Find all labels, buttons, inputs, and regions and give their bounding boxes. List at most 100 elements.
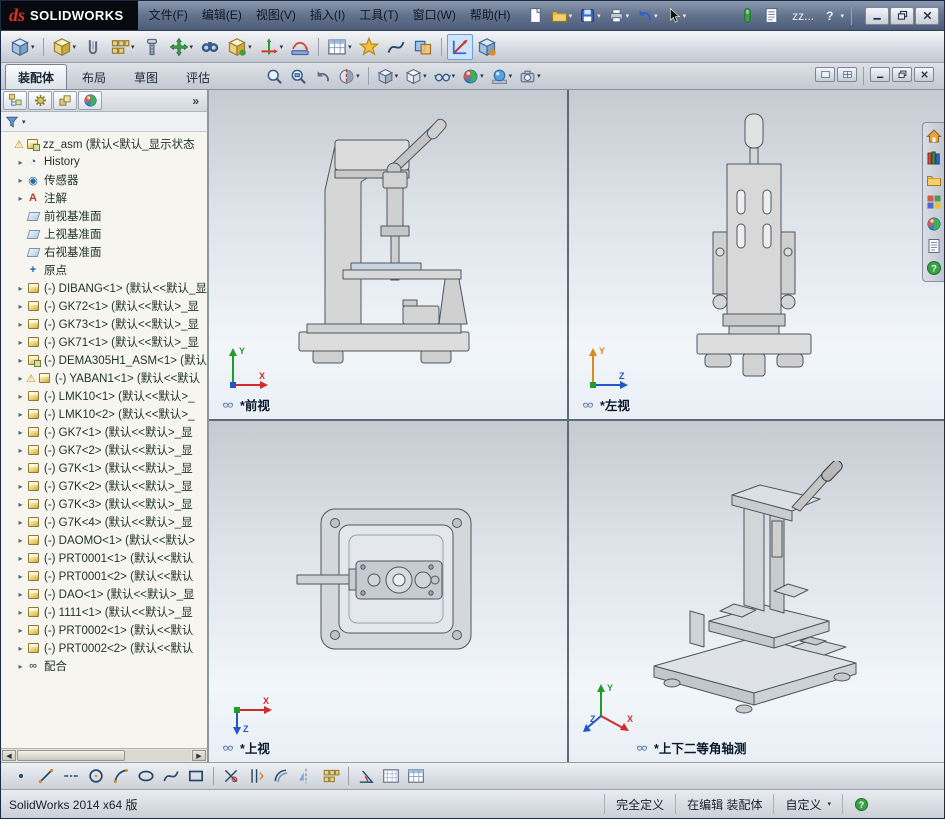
undo-button[interactable]: ▾	[633, 4, 661, 27]
viewport-isometric[interactable]: Y X Z *上下二等角轴测	[569, 421, 944, 762]
expand-arrow-icon[interactable]: ▸	[15, 284, 26, 293]
tree-item[interactable]: + 原点	[3, 261, 207, 279]
expand-arrow-icon[interactable]: ▸	[15, 626, 26, 635]
centerline-button[interactable]	[59, 764, 83, 788]
restore-button[interactable]	[890, 6, 914, 25]
tree-item[interactable]: ▸ (-) G7K<2> (默认<<默认>_显	[3, 477, 207, 495]
quick-snaps-button[interactable]	[404, 764, 428, 788]
large-assembly-mode-button[interactable]	[474, 34, 500, 60]
assembly-features-button[interactable]: ▾	[224, 34, 255, 60]
print-button[interactable]: ▾	[605, 4, 633, 27]
new-document-button[interactable]	[524, 4, 547, 27]
expand-arrow-icon[interactable]: ▸	[15, 500, 26, 509]
top-view-model[interactable]	[271, 499, 491, 679]
tree-item[interactable]: ▸ (-) DEMA305H1_ASM<1> (默认	[3, 351, 207, 369]
expand-arrow-icon[interactable]: ▸	[15, 428, 26, 437]
spline-button[interactable]	[159, 764, 183, 788]
open-button[interactable]: ▾	[548, 4, 576, 27]
zoom-to-fit-button[interactable]	[263, 65, 286, 88]
tree-item[interactable]: ▸ (-) G7K<1> (默认<<默认>_显	[3, 459, 207, 477]
edit-appearance-button[interactable]: ▾	[459, 65, 487, 88]
menu-item[interactable]: 帮助(H)	[463, 1, 518, 30]
mirror-entities-button[interactable]	[294, 764, 318, 788]
offset-entities-button[interactable]	[269, 764, 293, 788]
grid-snap-button[interactable]	[379, 764, 403, 788]
menu-item[interactable]: 插入(I)	[303, 1, 352, 30]
save-button[interactable]: ▾	[576, 4, 604, 27]
minimize-button[interactable]	[865, 6, 889, 25]
zoom-to-area-button[interactable]	[287, 65, 310, 88]
left-view-model[interactable]	[669, 112, 839, 382]
tree-item[interactable]: ▸ (-) PRT0001<2> (默认<<默认	[3, 567, 207, 585]
tree-item[interactable]: ▸ ⚠ (-) YABAN1<1> (默认<<默认	[3, 369, 207, 387]
tab-sketch[interactable]: 草图	[121, 64, 171, 89]
configurationmanager-tab-button[interactable]	[53, 91, 77, 110]
expand-arrow-icon[interactable]: ▸	[15, 446, 26, 455]
smart-fasteners-button[interactable]	[139, 34, 165, 60]
solidworks-resources-button[interactable]	[925, 127, 943, 145]
doc-restore-button[interactable]	[892, 67, 912, 82]
move-component-button[interactable]: ▾	[166, 34, 197, 60]
edit-component-button[interactable]: ▾	[7, 34, 38, 60]
linear-component-pattern-button[interactable]: ▾	[107, 34, 138, 60]
menu-item[interactable]: 工具(T)	[352, 1, 405, 30]
tree-item[interactable]: ▸ (-) GK71<1> (默认<<默认>_显	[3, 333, 207, 351]
design-library-button[interactable]	[925, 149, 943, 167]
expand-arrow-icon[interactable]: ▸	[15, 410, 26, 419]
tree-item[interactable]: 上视基准面	[3, 225, 207, 243]
expand-arrow-icon[interactable]: ▸	[15, 158, 26, 167]
interference-detection-button[interactable]	[410, 34, 436, 60]
filter-dropdown-icon[interactable]: ▾	[22, 118, 26, 126]
expand-arrow-icon[interactable]: ▸	[15, 572, 26, 581]
tree-item[interactable]: ▸ (-) G7K<3> (默认<<默认>_显	[3, 495, 207, 513]
viewport-layout-single-button[interactable]	[815, 67, 835, 82]
show-hidden-components-button[interactable]	[197, 34, 223, 60]
viewport-front[interactable]: Y X *前视	[209, 90, 569, 421]
scroll-right-icon[interactable]: ▶	[192, 750, 206, 761]
mate-button[interactable]	[80, 34, 106, 60]
tree-item[interactable]: ▸ (-) GK7<2> (默认<<默认>_显	[3, 441, 207, 459]
appearances-button[interactable]	[925, 215, 943, 233]
sketch-point-button[interactable]	[9, 764, 33, 788]
expand-arrow-icon[interactable]: ▸	[15, 554, 26, 563]
tree-item[interactable]: 前视基准面	[3, 207, 207, 225]
tree-item[interactable]: ▸ (-) LMK10<1> (默认<<默认>_	[3, 387, 207, 405]
tree-item[interactable]: ⚠ zz_asm (默认<默认_显示状态	[3, 135, 207, 153]
arc-button[interactable]	[109, 764, 133, 788]
tree-item[interactable]: ▸ ◉ 传感器	[3, 171, 207, 189]
menu-item[interactable]: 视图(V)	[249, 1, 303, 30]
expand-arrow-icon[interactable]: ▸	[15, 392, 26, 401]
explode-line-sketch-button[interactable]	[383, 34, 409, 60]
instant3d-button[interactable]	[446, 33, 473, 60]
expand-arrow-icon[interactable]: ▸	[15, 374, 26, 383]
doc-close-button[interactable]	[914, 67, 934, 82]
tree-item[interactable]: ▸ (-) DAOMO<1> (默认<<默认>	[3, 531, 207, 549]
view-settings-button[interactable]: ▾	[516, 65, 544, 88]
menu-item[interactable]: 编辑(E)	[195, 1, 249, 30]
tree-item[interactable]: ▸ ◔ History	[3, 153, 207, 171]
linear-sketch-pattern-button[interactable]	[319, 764, 343, 788]
tree-item[interactable]: ▸ (-) G7K<4> (默认<<默认>_显	[3, 513, 207, 531]
scrollbar-track[interactable]	[17, 750, 191, 761]
tree-item[interactable]: ▸ (-) PRT0002<1> (默认<<默认	[3, 621, 207, 639]
exploded-view-button[interactable]	[356, 34, 382, 60]
expand-arrow-icon[interactable]: ▸	[15, 608, 26, 617]
filter-funnel-icon[interactable]	[5, 115, 19, 129]
propertymanager-tab-button[interactable]	[28, 91, 52, 110]
ellipse-button[interactable]	[134, 764, 158, 788]
expand-arrow-icon[interactable]: ▸	[15, 176, 26, 185]
expand-arrow-icon[interactable]: ▸	[15, 482, 26, 491]
expand-arrow-icon[interactable]: ▸	[15, 662, 26, 671]
viewport-left[interactable]: Y Z *左视	[569, 90, 944, 421]
chevron-down-icon[interactable]: ▾	[840, 12, 844, 20]
view-palette-button[interactable]	[925, 193, 943, 211]
rebuild-button[interactable]	[736, 4, 759, 27]
doc-minimize-button[interactable]	[870, 67, 890, 82]
custom-status[interactable]: 自定义 ▾	[773, 793, 842, 815]
tree-item[interactable]: ▸ (-) DIBANG<1> (默认<<默认_显	[3, 279, 207, 297]
panel-horizontal-scrollbar[interactable]: ◀ ▶	[1, 748, 207, 762]
dimxpert-tab-button[interactable]	[78, 91, 102, 110]
scrollbar-thumb[interactable]	[17, 750, 125, 761]
view-orientation-button[interactable]: ▾	[374, 65, 402, 88]
section-view-button[interactable]: ▾	[335, 65, 363, 88]
